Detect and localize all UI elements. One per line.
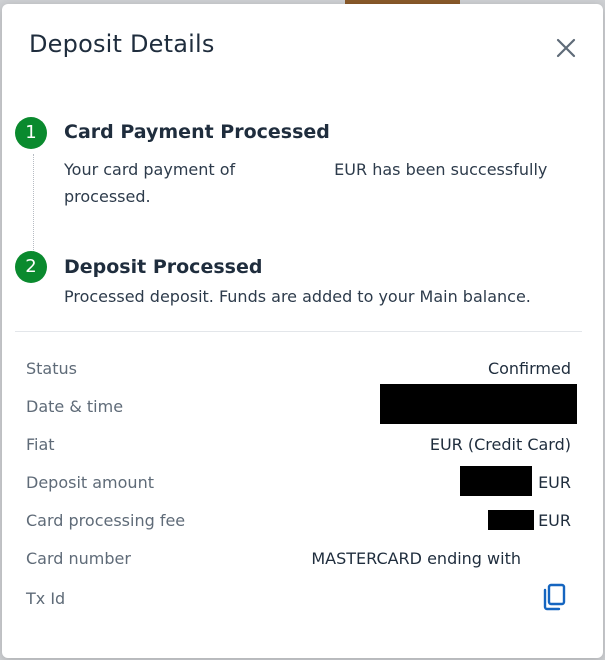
status-value: Confirmed — [487, 359, 571, 378]
step-2-description: Processed deposit. Funds are added to yo… — [64, 287, 531, 306]
card-fee-redacted — [488, 510, 534, 530]
step-1-desc-prefix: Your card payment of — [64, 160, 236, 179]
step-connector-line — [33, 154, 34, 254]
step-1-badge: 1 — [15, 117, 47, 149]
deposit-amount-currency: EUR — [538, 473, 571, 492]
card-number-value: MASTERCARD ending with — [311, 549, 521, 568]
step-1-description: Your card payment of EUR has been success… — [64, 156, 547, 210]
step-2-badge: 2 — [15, 251, 47, 283]
step-1-desc-line2: processed. — [64, 187, 151, 206]
close-icon[interactable] — [551, 33, 581, 63]
copy-icon[interactable] — [540, 582, 568, 612]
deposit-amount-redacted — [460, 466, 532, 496]
step-1-desc-suffix: EUR has been successfully — [334, 160, 548, 179]
modal-title: Deposit Details — [29, 30, 215, 58]
fiat-value: EUR (Credit Card) — [429, 435, 571, 454]
datetime-label: Date & time — [26, 397, 124, 416]
card-number-label: Card number — [26, 549, 131, 568]
deposit-details-modal: Deposit Details 1 Card Payment Processed… — [2, 4, 603, 658]
fiat-label: Fiat — [26, 435, 55, 454]
section-divider — [15, 331, 582, 332]
deposit-amount-label: Deposit amount — [26, 473, 154, 492]
step-2-title: Deposit Processed — [64, 256, 263, 278]
card-fee-currency: EUR — [538, 511, 571, 530]
card-fee-label: Card processing fee — [26, 511, 186, 530]
status-label: Status — [26, 359, 77, 378]
datetime-redacted — [380, 384, 577, 424]
step-1-title: Card Payment Processed — [64, 121, 330, 143]
tx-id-label: Tx Id — [26, 589, 66, 608]
